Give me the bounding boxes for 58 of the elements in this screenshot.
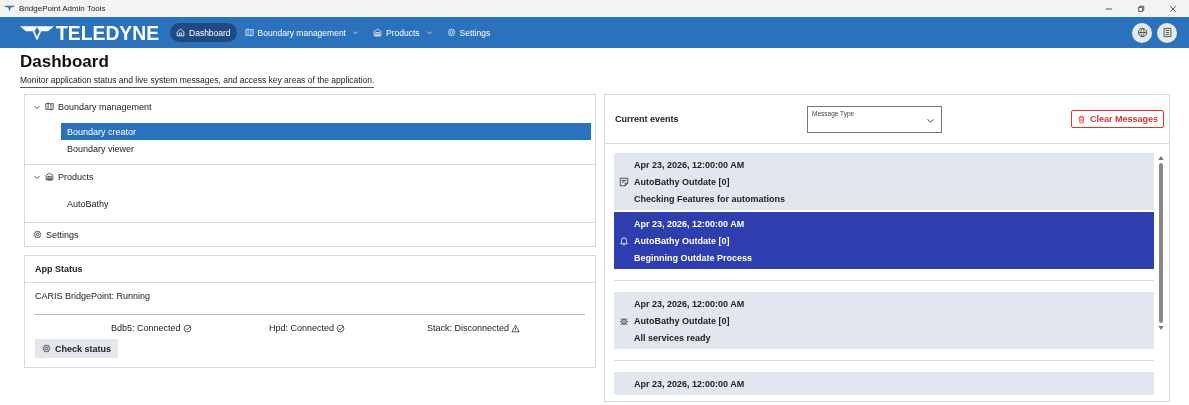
event-time: Apr 23, 2026, 12:00:00 AM	[634, 218, 745, 229]
card-title: App Status	[25, 256, 595, 283]
card-title: Current events	[615, 114, 680, 124]
check-status-button[interactable]: Check status	[35, 339, 119, 358]
bug-icon	[619, 315, 629, 326]
scroll-down-icon[interactable]	[1158, 326, 1164, 330]
event-message: Beginning Outdate Process	[634, 252, 753, 263]
event-item[interactable]: Apr 23, 2026, 12:00:00 AM AutoBathy Outdate [0] Beginning Outdate Process	[614, 212, 1154, 269]
event-message: All services ready	[634, 332, 711, 343]
status-text: CARIS BridgePoint: Running	[35, 291, 152, 301]
map-icon	[244, 28, 254, 37]
event-time: Apr 23, 2026, 12:00:00 AM	[634, 159, 745, 170]
scroll-up-icon[interactable]	[1158, 156, 1164, 160]
trash-icon	[1076, 114, 1086, 124]
service-status: Stack: Disconnected	[427, 323, 510, 333]
language-button[interactable]	[1132, 22, 1152, 43]
home-icon	[176, 28, 185, 37]
service-status: Hpd: Connected	[269, 323, 335, 333]
building-icon	[373, 28, 382, 37]
nav-tab[interactable]: Boundary management	[238, 23, 365, 42]
tree-group[interactable]: Boundary management	[25, 95, 595, 118]
clear-messages-button[interactable]: Clear Messages	[1070, 110, 1164, 128]
event-time: Apr 23, 2026, 12:00:00 AM	[634, 378, 745, 389]
nav-tab[interactable]: Dashboard	[170, 23, 237, 42]
page-title: Dashboard	[20, 51, 110, 72]
event-item[interactable]: Apr 23, 2026, 12:00:00 AM AutoBathy Outdate [0] All services ready	[614, 292, 1154, 349]
nav-tab[interactable]: Settings	[440, 23, 497, 42]
document-icon	[1161, 27, 1173, 38]
globe-icon	[1136, 27, 1148, 38]
note-icon	[619, 176, 629, 187]
brand-name: TELEDYNE	[56, 20, 160, 45]
settings-icon	[33, 230, 42, 239]
log-button[interactable]	[1157, 22, 1177, 43]
window-title: BridgePoint Admin Tools	[19, 4, 106, 13]
event-time: Apr 23, 2026, 12:00:00 AM	[634, 298, 745, 309]
page-subtitle: Monitor application status and live system messages, and access key areas of the application.	[20, 75, 375, 88]
tree-group[interactable]: Products	[25, 165, 595, 188]
settings-icon	[42, 344, 51, 353]
nav-tab[interactable]: Products	[367, 23, 439, 42]
event-item[interactable]: Apr 23, 2026, 12:00:00 AM AutoBathy Outdate [0] Checking Features for automations	[614, 153, 1154, 210]
logo-icon	[20, 23, 54, 42]
event-source: AutoBathy Outdate [0]	[634, 315, 730, 326]
tree-item[interactable]: Boundary viewer	[61, 140, 591, 157]
map-icon	[45, 102, 54, 111]
tree-group[interactable]: Settings	[25, 223, 595, 246]
building-icon	[45, 172, 54, 181]
event-item[interactable]: Apr 23, 2026, 12:00:00 AM	[614, 372, 1154, 395]
event-source: AutoBathy Outdate [0]	[634, 235, 730, 246]
bell-icon	[619, 235, 629, 246]
tree-item[interactable]: AutoBathy	[61, 195, 591, 212]
settings-icon	[446, 28, 456, 37]
restore-icon	[1137, 4, 1145, 13]
service-status: Bdb5: Connected	[111, 323, 181, 333]
tree-item[interactable]: Boundary creator	[61, 123, 591, 140]
event-source: AutoBathy Outdate [0]	[634, 176, 730, 187]
close-icon	[1169, 4, 1177, 13]
event-message: Checking Features for automations	[634, 193, 786, 204]
app-logo-icon	[4, 5, 15, 12]
